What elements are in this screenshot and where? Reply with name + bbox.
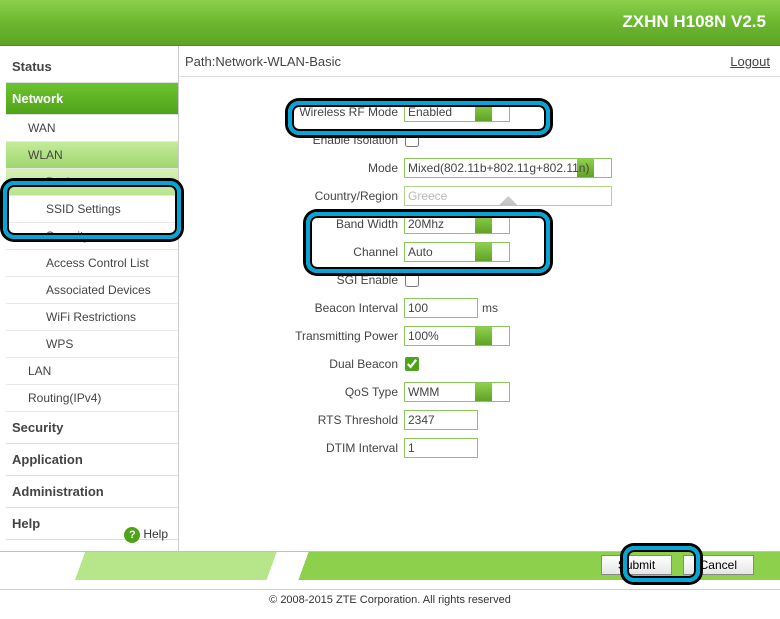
logout-link[interactable]: Logout <box>730 54 770 69</box>
main-panel: Path:Network-WLAN-Basic Logout Wireless … <box>179 46 780 551</box>
submit-button[interactable]: Submit <box>601 555 672 575</box>
dtim-input[interactable] <box>404 438 478 458</box>
sidebar-subsub-acl[interactable]: Access Control List <box>6 250 178 277</box>
tx-power-select[interactable]: 100% <box>404 326 510 346</box>
qos-select[interactable]: WMM <box>404 382 510 402</box>
dual-beacon-label: Dual Beacon <box>179 357 404 371</box>
beacon-int-input[interactable] <box>404 298 478 318</box>
sidebar-item-status[interactable]: Status <box>6 51 178 83</box>
sidebar-subsub-assoc[interactable]: Associated Devices <box>6 277 178 304</box>
isolation-label: Enable Isolation <box>179 133 404 147</box>
channel-label: Channel <box>179 245 404 259</box>
sidebar-sub-lan[interactable]: LAN <box>6 358 178 385</box>
country-label: Country/Region <box>179 189 404 203</box>
dual-beacon-checkbox[interactable] <box>405 357 419 371</box>
help-link[interactable]: ?Help <box>124 527 168 543</box>
sgi-checkbox[interactable] <box>405 273 419 287</box>
path-text: Path:Network-WLAN-Basic <box>185 54 341 69</box>
rts-label: RTS Threshold <box>179 413 404 427</box>
qos-label: QoS Type <box>179 385 404 399</box>
sidebar-subsub-wps[interactable]: WPS <box>6 331 178 358</box>
sidebar-sub-routing[interactable]: Routing(IPv4) <box>6 385 178 412</box>
help-label: Help <box>143 527 168 541</box>
sidebar-item-security[interactable]: Security <box>6 412 178 444</box>
form: Wireless RF Mode Enabled Enable Isolatio… <box>179 77 780 459</box>
beacon-int-label: Beacon Interval <box>179 301 404 315</box>
tx-power-label: Transmitting Power <box>179 329 404 343</box>
page-header: ZXHN H108N V2.5 <box>0 0 780 46</box>
sidebar-subsub-wifirest[interactable]: WiFi Restrictions <box>6 304 178 331</box>
sidebar-item-administration[interactable]: Administration <box>6 476 178 508</box>
content: Status Network WAN WLAN Basic SSID Setti… <box>0 46 780 551</box>
rts-input[interactable] <box>404 410 478 430</box>
rf-mode-select[interactable]: Enabled <box>404 102 510 122</box>
bandwidth-select[interactable]: 20Mhz <box>404 214 510 234</box>
sgi-label: SGI Enable <box>179 273 404 287</box>
mode-label: Mode <box>179 161 404 175</box>
sidebar: Status Network WAN WLAN Basic SSID Setti… <box>0 46 179 551</box>
sidebar-item-application[interactable]: Application <box>6 444 178 476</box>
mode-select[interactable]: Mixed(802.11b+802.11g+802.11n) <box>404 158 612 178</box>
beacon-int-unit: ms <box>482 301 498 315</box>
sidebar-sub-wlan[interactable]: WLAN <box>6 142 178 169</box>
sidebar-item-network[interactable]: Network <box>6 83 178 115</box>
sidebar-sub-wan[interactable]: WAN <box>6 115 178 142</box>
footer: Submit Cancel <box>0 551 780 589</box>
sidebar-subsub-security[interactable]: Security <box>6 223 178 250</box>
country-select: Greece <box>404 186 612 206</box>
breadcrumb: Path:Network-WLAN-Basic Logout <box>179 46 780 77</box>
sidebar-subsub-basic[interactable]: Basic <box>6 169 178 196</box>
rf-mode-label: Wireless RF Mode <box>179 105 404 119</box>
isolation-checkbox[interactable] <box>405 133 419 147</box>
channel-select[interactable]: Auto <box>404 242 510 262</box>
dtim-label: DTIM Interval <box>179 441 404 455</box>
product-title: ZXHN H108N V2.5 <box>622 12 766 31</box>
bandwidth-label: Band Width <box>179 217 404 231</box>
question-icon: ? <box>124 527 140 543</box>
copyright: © 2008-2015 ZTE Corporation. All rights … <box>0 589 780 606</box>
sidebar-subsub-ssid[interactable]: SSID Settings <box>6 196 178 223</box>
cancel-button[interactable]: Cancel <box>683 555 754 575</box>
